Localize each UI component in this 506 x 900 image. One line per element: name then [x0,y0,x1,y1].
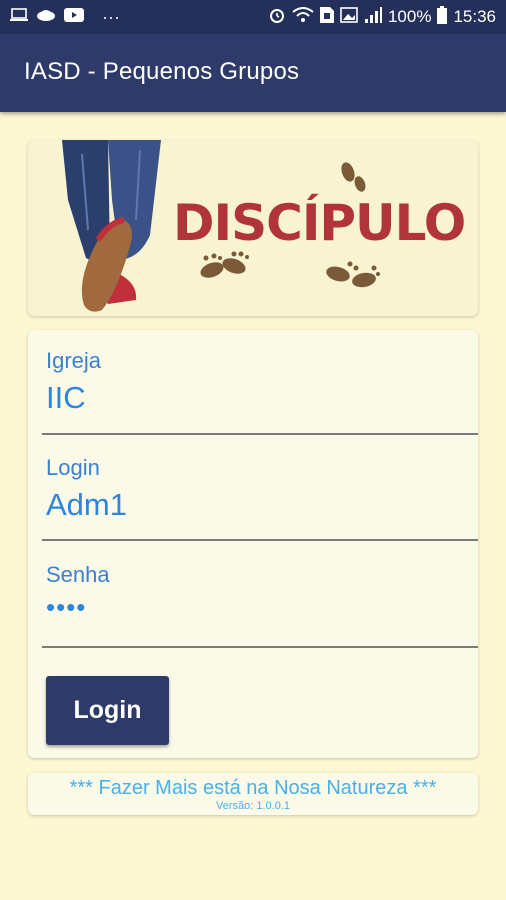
login-label: Login [46,455,100,480]
status-bar-left: ··· [0,7,120,27]
app-bar: IASD - Pequenos Grupos [0,34,506,112]
battery-percent: 100% [387,7,432,26]
login-underline [42,539,478,541]
password-field[interactable]: •••• [46,592,86,623]
image-icon [340,6,358,28]
clock-time: 15:36 [453,7,496,26]
senha-underline [42,646,478,648]
footer-card: *** Fazer Mais está na Nosa Natureza ***… [28,773,478,815]
sim-icon [319,6,334,28]
version-text: Versão: 1.0.0.1 [216,800,290,812]
senha-label: Senha [46,562,110,587]
alarm-icon [268,6,286,29]
more-icon: ··· [102,7,120,27]
cloud-icon [36,7,56,27]
login-field[interactable]: Adm1 [46,487,127,523]
app-title: IASD - Pequenos Grupos [24,58,300,85]
status-bar: ··· 100% 15:36 [0,0,506,34]
igreja-field[interactable]: IIC [46,380,86,416]
signal-icon [364,6,382,28]
login-form: Igreja IIC Login Adm1 Senha •••• Login [28,330,478,758]
battery-icon [437,5,448,29]
igreja-label: Igreja [46,348,102,373]
disciple-banner: DISCÍPULO [28,140,478,316]
motto-text: *** Fazer Mais está na Nosa Natureza *** [69,777,437,799]
banner-word: DISCÍPULO [173,194,466,252]
laptop-icon [10,7,28,27]
wifi-icon [292,6,314,28]
igreja-underline [42,433,478,435]
status-bar-right: 100% 15:36 [268,5,506,29]
youtube-icon [64,7,84,27]
login-button[interactable]: Login [46,676,169,745]
